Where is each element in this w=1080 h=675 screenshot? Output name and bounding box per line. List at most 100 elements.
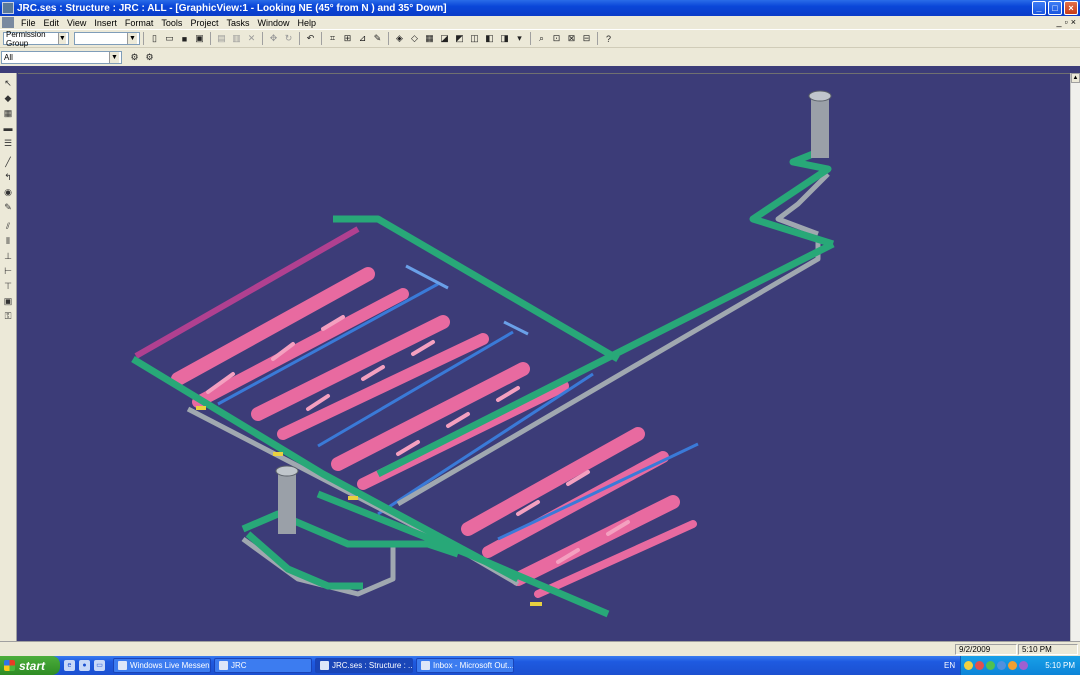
beam-icon[interactable]: ▬	[2, 122, 15, 135]
grid-icon[interactable]: ▦	[2, 107, 15, 120]
cut-pipe-icon[interactable]: ⫽	[2, 220, 15, 233]
view1-icon[interactable]: ◈	[393, 32, 406, 45]
view6-icon[interactable]: ◫	[468, 32, 481, 45]
mdi-restore-button[interactable]: ▫	[1065, 17, 1068, 27]
copy-icon[interactable]: ▥	[230, 32, 243, 45]
scroll-up-icon[interactable]: ▲	[1071, 73, 1080, 83]
filter-select[interactable]: All ▼	[1, 50, 122, 64]
split-icon[interactable]: ⦀	[2, 235, 15, 248]
document-icon[interactable]	[2, 17, 14, 28]
pipe-icon[interactable]: ╱	[2, 156, 15, 169]
draw-icon[interactable]: ✎	[2, 201, 15, 214]
view4-icon[interactable]: ◪	[438, 32, 451, 45]
save-icon[interactable]: ■	[178, 32, 191, 45]
grey-pipe[interactable]	[396, 239, 821, 507]
menu-project[interactable]: Project	[186, 18, 222, 28]
layer-icon[interactable]: ◆	[2, 92, 15, 105]
tray-icon[interactable]	[1008, 661, 1017, 670]
support-icon[interactable]: ⊥	[2, 250, 15, 263]
task-outlook[interactable]: Inbox - Microsoft Out...	[416, 658, 514, 673]
select-icon[interactable]: ⌗	[326, 32, 339, 45]
clock[interactable]: 5:10 PM	[1045, 661, 1075, 670]
chevron-down-icon[interactable]: ▼	[127, 33, 137, 44]
open-icon[interactable]: ▭	[163, 32, 176, 45]
ie-icon[interactable]: e	[64, 660, 75, 671]
tray-icon[interactable]	[1019, 661, 1028, 670]
pink-rung	[446, 412, 470, 428]
menu-insert[interactable]: Insert	[90, 18, 121, 28]
view3-icon[interactable]: ▦	[423, 32, 436, 45]
print-preview-icon[interactable]: ▣	[193, 32, 206, 45]
desktop-icon[interactable]: ▭	[94, 660, 105, 671]
valve-icon[interactable]: ◉	[2, 186, 15, 199]
menu-help[interactable]: Help	[293, 18, 320, 28]
start-label: start	[19, 658, 46, 673]
task-jrc-folder[interactable]: JRC	[214, 658, 312, 673]
list-icon[interactable]: ☰	[2, 137, 15, 150]
branch-icon[interactable]: ⊢	[2, 265, 15, 278]
vertical-column-1[interactable]	[275, 465, 299, 534]
start-button[interactable]: start	[0, 656, 60, 675]
messenger-icon[interactable]: ●	[79, 660, 90, 671]
filter-edit-icon[interactable]: ⚙	[143, 51, 156, 64]
bend-icon[interactable]: ↰	[2, 171, 15, 184]
help-icon[interactable]: ?	[602, 32, 615, 45]
tray-icon[interactable]	[986, 661, 995, 670]
vertical-scrollbar[interactable]: ▲	[1070, 73, 1080, 641]
fit-icon[interactable]: ⊠	[565, 32, 578, 45]
menu-file[interactable]: File	[17, 18, 40, 28]
close-button[interactable]: ×	[1064, 1, 1078, 15]
menu-window[interactable]: Window	[253, 18, 293, 28]
mdi-close-button[interactable]: ×	[1071, 17, 1076, 27]
windows-logo-icon	[4, 660, 15, 671]
pencil-icon[interactable]: ✎	[371, 32, 384, 45]
tray-icon[interactable]	[975, 661, 984, 670]
pink-rung	[496, 386, 520, 402]
filter-toolbar: All ▼ ⚙ ⚙	[0, 48, 1080, 66]
cut-icon[interactable]: ▤	[215, 32, 228, 45]
view5-icon[interactable]: ◩	[453, 32, 466, 45]
pointer-icon[interactable]: ↖	[2, 77, 15, 90]
language-indicator[interactable]: EN	[944, 661, 955, 670]
graphic-view[interactable]	[18, 73, 1070, 641]
3d-model-drawing[interactable]	[18, 74, 1070, 642]
tray-icon[interactable]	[997, 661, 1006, 670]
minimize-button[interactable]: _	[1032, 1, 1046, 15]
undo-icon[interactable]: ↶	[304, 32, 317, 45]
view9-icon[interactable]: ▾	[513, 32, 526, 45]
menu-tools[interactable]: Tools	[157, 18, 186, 28]
blue-tee[interactable]	[405, 264, 449, 290]
menu-tasks[interactable]: Tasks	[222, 18, 253, 28]
green-pipe[interactable]	[749, 150, 835, 248]
permission-group-select[interactable]: Permission Group ▼	[3, 30, 69, 48]
view2-icon[interactable]: ◇	[408, 32, 421, 45]
filter-apply-icon[interactable]: ⚙	[128, 51, 141, 64]
chevron-down-icon[interactable]: ▼	[109, 51, 119, 63]
menu-edit[interactable]: Edit	[40, 18, 64, 28]
chevron-down-icon[interactable]: ▼	[57, 33, 66, 44]
menu-view[interactable]: View	[63, 18, 90, 28]
equipment-icon[interactable]: ▣	[2, 295, 15, 308]
restore-button[interactable]: □	[1048, 1, 1062, 15]
tray-icon[interactable]	[964, 661, 973, 670]
menu-format[interactable]: Format	[121, 18, 158, 28]
view7-icon[interactable]: ◧	[483, 32, 496, 45]
lock-icon[interactable]: ⚿	[2, 310, 15, 323]
zoom-area-icon[interactable]: ⊡	[550, 32, 563, 45]
move-icon[interactable]: ✥	[267, 32, 280, 45]
zoom-icon[interactable]: ⌕	[535, 32, 548, 45]
secondary-select[interactable]: ▼	[74, 32, 140, 45]
task-messenger[interactable]: Windows Live Messen...	[113, 658, 211, 673]
vertical-column-2[interactable]	[808, 90, 832, 158]
delete-icon[interactable]: ✕	[245, 32, 258, 45]
blue-tee[interactable]	[503, 320, 529, 336]
view8-icon[interactable]: ◨	[498, 32, 511, 45]
new-icon[interactable]: ▯	[148, 32, 161, 45]
rotate-icon[interactable]: ↻	[282, 32, 295, 45]
hanger-icon[interactable]: ⊤	[2, 280, 15, 293]
task-jrc-structure[interactable]: JRC.ses : Structure : ...	[315, 658, 413, 673]
mdi-minimize-button[interactable]: _	[1057, 17, 1062, 27]
measure-icon[interactable]: ⊿	[356, 32, 369, 45]
pan-icon[interactable]: ⊟	[580, 32, 593, 45]
properties-icon[interactable]: ⊞	[341, 32, 354, 45]
